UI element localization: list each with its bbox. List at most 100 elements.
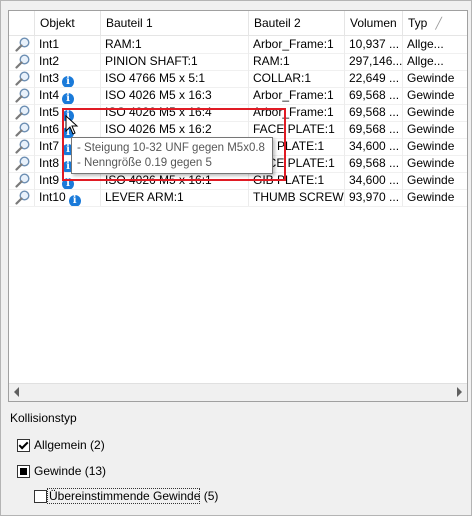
row-icon-cell xyxy=(9,53,35,70)
cell-typ: Gewinde xyxy=(403,70,467,87)
cell-typ: Gewinde xyxy=(403,155,467,172)
scroll-left-arrow-icon[interactable] xyxy=(14,387,19,397)
magnifier-icon[interactable] xyxy=(15,37,31,52)
row-icon-cell xyxy=(9,104,35,121)
header-bauteil1-label: Bauteil 1 xyxy=(106,16,153,30)
cell-obj-text: Int7 xyxy=(39,139,60,153)
cell-typ: Gewinde xyxy=(403,104,467,121)
magnifier-icon[interactable] xyxy=(15,122,31,137)
cell-vol: 297,146... xyxy=(345,53,403,70)
cell-vol-text: 69,568 ... xyxy=(349,156,400,170)
results-grid[interactable]: Objekt Bauteil 1 Bauteil 2 Volumen Typ ╱ … xyxy=(8,10,468,402)
magnifier-icon[interactable] xyxy=(15,71,31,86)
table-row[interactable]: Int2 PINION SHAFT:1 RAM:1 297,146... Allge..… xyxy=(9,53,467,71)
row-icon-cell xyxy=(9,172,35,189)
cell-vol: 69,568 ... xyxy=(345,155,403,172)
cell-obj-text: Int8 xyxy=(39,156,60,170)
header-bauteil2[interactable]: Bauteil 2 xyxy=(249,11,345,35)
cell-b1-text: LEVER ARM:1 xyxy=(105,190,184,204)
uebereinstimmend-checkbox[interactable] xyxy=(34,490,47,503)
cell-typ-text: Gewinde xyxy=(407,139,455,153)
interference-panel: Objekt Bauteil 1 Bauteil 2 Volumen Typ ╱ … xyxy=(0,0,472,516)
header-bauteil2-label: Bauteil 2 xyxy=(254,16,301,30)
cell-typ: Allge... xyxy=(403,36,467,53)
cell-b1: LEVER ARM:1 xyxy=(101,189,249,206)
table-row[interactable]: Int4 i ISO 4026 M5 x 16:3 Arbor_Frame:1 69,5… xyxy=(9,87,467,105)
cell-typ: Allge... xyxy=(403,53,467,70)
cell-typ-text: Gewinde xyxy=(407,156,455,170)
cell-obj: Int10 i xyxy=(35,189,101,206)
row-icon-cell xyxy=(9,155,35,172)
cell-vol-text: 22,649 ... xyxy=(349,71,400,85)
cell-typ-text: Gewinde xyxy=(407,105,455,119)
header-icon-column[interactable] xyxy=(9,11,35,35)
magnifier-icon[interactable] xyxy=(15,156,31,171)
cell-b1: RAM:1 xyxy=(101,36,249,53)
allgemein-checkbox[interactable] xyxy=(17,439,30,452)
allgemein-label: Allgemein (2) xyxy=(34,438,105,452)
gewinde-checkbox[interactable] xyxy=(17,465,30,478)
info-icon[interactable]: i xyxy=(62,93,75,104)
cell-vol: 34,600 ... xyxy=(345,138,403,155)
horizontal-scrollbar[interactable] xyxy=(9,383,467,401)
scroll-right-arrow-icon[interactable] xyxy=(457,387,462,397)
magnifier-icon[interactable] xyxy=(15,105,31,120)
table-row[interactable]: Int1 RAM:1 Arbor_Frame:1 10,937 ... Allge... xyxy=(9,36,467,54)
collision-type-label: Kollisionstyp xyxy=(10,411,77,425)
cell-obj: Int3 i xyxy=(35,70,101,87)
cell-b1: ISO 4026 M5 x 16:3 xyxy=(101,87,249,104)
cell-typ: Gewinde xyxy=(403,138,467,155)
magnifier-icon[interactable] xyxy=(15,190,31,205)
cell-typ-text: Gewinde xyxy=(407,190,455,204)
info-icon[interactable]: i xyxy=(62,76,75,87)
header-objekt[interactable]: Objekt xyxy=(35,11,101,35)
cell-vol: 22,649 ... xyxy=(345,70,403,87)
row-icon-cell xyxy=(9,70,35,87)
cell-b2: THUMB SCREW:1 xyxy=(249,189,345,206)
header-typ[interactable]: Typ ╱ xyxy=(403,11,467,35)
table-row[interactable]: Int10 i LEVER ARM:1 THUMB SCREW:1 93,970 ...… xyxy=(9,189,467,207)
magnifier-icon[interactable] xyxy=(15,173,31,188)
cell-b2: Arbor_Frame:1 xyxy=(249,36,345,53)
cell-typ-text: Allge... xyxy=(407,54,444,68)
cell-obj: Int1 xyxy=(35,36,101,53)
row-icon-cell xyxy=(9,87,35,104)
cell-obj-text: Int5 xyxy=(39,105,60,119)
cell-b2-text: RAM:1 xyxy=(253,54,290,68)
cell-vol: 34,600 ... xyxy=(345,172,403,189)
cell-obj-text: Int6 xyxy=(39,122,60,136)
cell-b2-text: Arbor_Frame:1 xyxy=(253,37,334,51)
cell-obj-text: Int2 xyxy=(39,54,60,68)
magnifier-icon[interactable] xyxy=(15,88,31,103)
header-typ-label: Typ xyxy=(408,16,428,30)
cell-typ: Gewinde xyxy=(403,121,467,138)
highlight-box xyxy=(62,108,286,181)
cell-obj-text: Int1 xyxy=(39,37,60,51)
cell-vol-text: 69,568 ... xyxy=(349,88,400,102)
header-bauteil1[interactable]: Bauteil 1 xyxy=(101,11,249,35)
cell-typ-text: Gewinde xyxy=(407,173,455,187)
magnifier-icon[interactable] xyxy=(15,54,31,69)
mouse-pointer-icon xyxy=(65,115,79,135)
cell-b2-text: COLLAR:1 xyxy=(253,71,312,85)
cell-typ-text: Gewinde xyxy=(407,122,455,136)
row-icon-cell xyxy=(9,138,35,155)
magnifier-icon[interactable] xyxy=(15,139,31,154)
cell-typ: Gewinde xyxy=(403,87,467,104)
cell-vol-text: 69,568 ... xyxy=(349,105,400,119)
cell-typ: Gewinde xyxy=(403,189,467,206)
info-icon[interactable]: i xyxy=(68,195,81,206)
cell-obj: Int2 xyxy=(35,53,101,70)
cell-vol: 10,937 ... xyxy=(345,36,403,53)
cell-typ-text: Allge... xyxy=(407,37,444,51)
cell-b2-text: Arbor_Frame:1 xyxy=(253,88,334,102)
cell-typ-text: Gewinde xyxy=(407,88,455,102)
cell-vol-text: 10,937 ... xyxy=(349,37,400,51)
cell-b1-text: PINION SHAFT:1 xyxy=(105,54,198,68)
cell-typ: Gewinde xyxy=(403,172,467,189)
cell-obj-text: Int9 xyxy=(39,173,60,187)
grid-header: Objekt Bauteil 1 Bauteil 2 Volumen Typ ╱ xyxy=(9,11,467,36)
header-volumen[interactable]: Volumen xyxy=(345,11,403,35)
cell-b2: RAM:1 xyxy=(249,53,345,70)
table-row[interactable]: Int3 i ISO 4766 M5 x 5:1 COLLAR:1 22,649 ...… xyxy=(9,70,467,88)
